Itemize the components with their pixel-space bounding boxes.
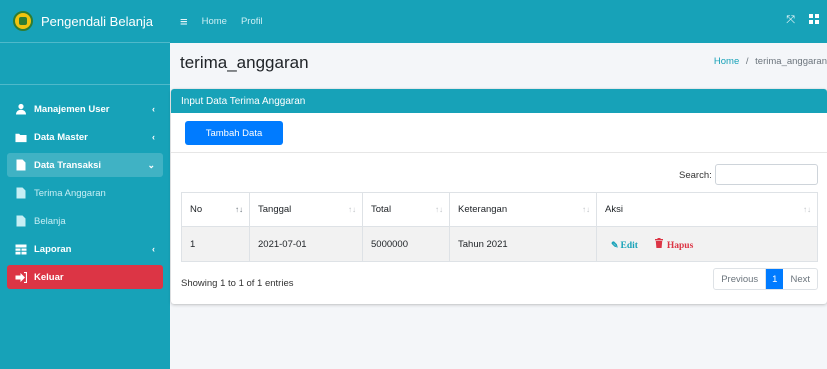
- pagination-previous[interactable]: Previous: [714, 269, 767, 289]
- card-header: Input Data Terima Anggaran: [171, 89, 827, 113]
- hapus-link[interactable]: Hapus: [654, 237, 693, 251]
- breadcrumb: Home / terima_anggaran: [714, 56, 827, 67]
- column-header-keterangan[interactable]: Keterangan ↑↓: [449, 192, 597, 227]
- pagination-next[interactable]: Next: [783, 269, 817, 289]
- sort-icon: ↑↓: [803, 205, 811, 214]
- column-header-tanggal[interactable]: Tanggal ↑↓: [249, 192, 363, 227]
- table-header-row: No ↑↓ Tanggal ↑↓ Total ↑↓ Keterangan ↑↓ Aksi…: [181, 192, 818, 227]
- sidebar-item-label: Belanja: [34, 215, 66, 227]
- cell-keterangan: Tahun 2021: [449, 226, 597, 262]
- fullscreen-icon[interactable]: ⤧: [786, 14, 795, 27]
- sidebar: Pengendali Belanja Manajemen User ‹ Data…: [0, 0, 170, 369]
- sidebar-item-label: Keluar: [34, 271, 64, 283]
- input-card: Input Data Terima Anggaran Tambah Data S…: [171, 89, 827, 304]
- sidebar-item-manajemen-user[interactable]: Manajemen User ‹: [7, 97, 163, 121]
- sidebar-item-label: Laporan: [34, 243, 72, 255]
- table-info: Showing 1 to 1 of 1 entries: [181, 278, 294, 289]
- cell-no: 1: [181, 226, 250, 262]
- cell-aksi: ✎ Edit Hapus: [596, 226, 818, 262]
- nav-link-home[interactable]: Home: [202, 16, 227, 27]
- chevron-down-icon: ⌄: [147, 159, 155, 170]
- sidebar-item-label: Terima Anggaran: [34, 187, 106, 199]
- column-header-no[interactable]: No ↑↓: [181, 192, 250, 227]
- search-label: Search:: [679, 170, 712, 181]
- brand[interactable]: Pengendali Belanja: [0, 0, 170, 43]
- cell-tanggal: 2021-07-01: [249, 226, 363, 262]
- pagination-page-1[interactable]: 1: [766, 269, 784, 289]
- document-icon: [15, 159, 27, 171]
- user-panel: [0, 43, 170, 85]
- navbar-right-icons: ⤧: [786, 14, 819, 27]
- brand-title: Pengendali Belanja: [41, 13, 154, 29]
- edit-icon: ✎: [611, 239, 619, 250]
- folder-icon: [15, 131, 27, 143]
- sidebar-item-keluar[interactable]: Keluar: [7, 265, 163, 289]
- breadcrumb-current: terima_anggaran: [755, 56, 827, 67]
- sort-icon: ↑↓: [582, 205, 590, 214]
- sidebar-item-label: Data Master: [34, 131, 88, 143]
- sidebar-item-laporan[interactable]: Laporan ‹: [7, 237, 163, 261]
- document-icon: [15, 215, 27, 227]
- tambah-data-button[interactable]: Tambah Data: [185, 121, 283, 145]
- sidebar-item-terima-anggaran[interactable]: Terima Anggaran: [7, 181, 163, 205]
- logout-icon: [15, 271, 27, 283]
- document-icon: [15, 187, 27, 199]
- page-title: terima_anggaran: [180, 53, 309, 72]
- table-row: 1 2021-07-01 5000000 Tahun 2021 ✎ Edit Ha…: [181, 226, 818, 262]
- user-icon: [15, 103, 27, 115]
- breadcrumb-home-link[interactable]: Home: [714, 56, 739, 67]
- pagination: Previous 1 Next: [713, 268, 818, 290]
- chevron-left-icon: ‹: [152, 132, 155, 142]
- grid-icon[interactable]: [809, 14, 819, 27]
- sidebar-item-data-transaksi[interactable]: Data Transaksi ⌄: [7, 153, 163, 177]
- data-table: No ↑↓ Tanggal ↑↓ Total ↑↓ Keterangan ↑↓ Aksi…: [181, 192, 818, 262]
- brand-logo-icon: [13, 11, 33, 31]
- sort-asc-icon: ↑↓: [235, 205, 243, 214]
- sidebar-item-data-master[interactable]: Data Master ‹: [7, 125, 163, 149]
- sidebar-item-label: Manajemen User: [34, 103, 110, 115]
- column-header-total[interactable]: Total ↑↓: [362, 192, 450, 227]
- nav-link-profil[interactable]: Profil: [241, 16, 263, 27]
- breadcrumb-separator: /: [745, 56, 749, 67]
- sidebar-nav: Manajemen User ‹ Data Master ‹ Data Tran…: [0, 85, 170, 289]
- trash-icon: [654, 237, 665, 250]
- cell-total: 5000000: [362, 226, 450, 262]
- divider: [171, 152, 827, 153]
- column-header-aksi[interactable]: Aksi ↑↓: [596, 192, 818, 227]
- search-input[interactable]: [715, 164, 818, 185]
- edit-link[interactable]: ✎ Edit: [611, 239, 638, 251]
- chevron-left-icon: ‹: [152, 244, 155, 254]
- sort-icon: ↑↓: [435, 205, 443, 214]
- table-icon: [15, 243, 27, 255]
- chevron-left-icon: ‹: [152, 104, 155, 114]
- sort-icon: ↑↓: [348, 205, 356, 214]
- sidebar-item-label: Data Transaksi: [34, 159, 102, 171]
- top-navbar: ≡ Home Profil ⤧: [170, 0, 827, 43]
- sidebar-item-belanja[interactable]: Belanja: [7, 209, 163, 233]
- hamburger-menu-icon[interactable]: ≡: [180, 14, 188, 29]
